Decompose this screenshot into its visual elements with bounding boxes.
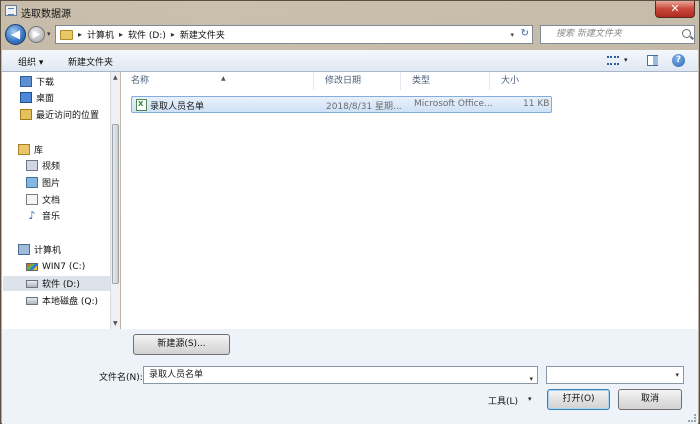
organize-menu-button[interactable]: 组织 ▾ xyxy=(18,55,43,68)
drive-icon xyxy=(26,296,38,305)
excel-file-icon xyxy=(136,99,147,111)
recent-pages-chevron-icon[interactable]: ▾ xyxy=(47,30,51,38)
desktop-icon xyxy=(20,92,32,103)
preview-pane-icon[interactable] xyxy=(647,55,658,66)
nav-item-label: 图片 xyxy=(42,179,61,189)
breadcrumb-separator-icon[interactable]: ▸ xyxy=(171,30,175,39)
column-header-modified[interactable]: 修改日期 xyxy=(315,72,401,90)
view-options-chevron-icon[interactable]: ▾ xyxy=(624,56,628,64)
nav-item-label: 本地磁盘 (Q:) xyxy=(42,297,98,307)
tools-chevron-icon[interactable]: ▾ xyxy=(528,395,532,403)
column-header-name[interactable]: 名称 ▲ xyxy=(121,72,314,90)
nav-item-label: 文档 xyxy=(42,196,61,206)
pictures-icon xyxy=(26,177,38,188)
file-type-chevron-icon[interactable]: ▾ xyxy=(675,371,679,379)
dialog-app-icon xyxy=(5,5,17,16)
address-row: ◀ ▶ ▾ ▸ 计算机 ▸ 软件 (D:) ▸ 新建文件夹 ▾ ↻ 搜索 新建文… xyxy=(1,23,700,47)
file-modified: 2018/8/31 星期... xyxy=(326,102,402,112)
column-header-size[interactable]: 大小 xyxy=(491,72,553,90)
sort-ascending-icon: ▲ xyxy=(221,75,226,82)
nav-item-label: 软件 (D:) xyxy=(42,280,80,290)
tools-menu-button[interactable]: 工具(L) xyxy=(488,394,518,407)
column-header-label: 名称 xyxy=(131,76,150,86)
breadcrumb-computer[interactable]: 计算机 xyxy=(87,28,114,41)
nav-item-label: 库 xyxy=(34,146,44,156)
dialog-title: 选取数据源 xyxy=(21,9,71,20)
file-list-pane: 名称 ▲ 修改日期 类型 大小 录取人员名单 2018/8/31 星期... M… xyxy=(121,72,698,329)
new-folder-button[interactable]: 新建文件夹 xyxy=(68,55,113,68)
new-source-button[interactable]: 新建源(S)... xyxy=(133,334,230,355)
nav-item-label: 音乐 xyxy=(42,212,61,222)
scrollbar-thumb[interactable] xyxy=(112,124,119,284)
file-type-select[interactable]: ▾ xyxy=(546,366,684,384)
change-view-icon[interactable] xyxy=(607,56,619,65)
column-header-type[interactable]: 类型 xyxy=(402,72,490,90)
documents-icon xyxy=(26,194,38,205)
forward-button[interactable]: ▶ xyxy=(28,26,45,43)
command-toolbar: 组织 ▾ 新建文件夹 ▾ ? xyxy=(2,50,698,72)
breadcrumb-separator-icon[interactable]: ▸ xyxy=(119,30,123,39)
address-bar[interactable]: ▸ 计算机 ▸ 软件 (D:) ▸ 新建文件夹 ▾ ↻ xyxy=(55,25,533,44)
library-icon xyxy=(18,144,30,155)
file-name: 录取人员名单 xyxy=(150,102,205,112)
recent-places-icon xyxy=(20,109,32,120)
help-icon[interactable]: ? xyxy=(672,54,685,67)
breadcrumb-drive-d[interactable]: 软件 (D:) xyxy=(128,28,166,41)
refresh-icon[interactable]: ↻ xyxy=(521,28,529,39)
open-button[interactable]: 打开(O) xyxy=(547,389,610,410)
filename-history-chevron-icon[interactable]: ▾ xyxy=(529,371,533,387)
filename-input[interactable]: 录取人员名单 ▾ xyxy=(143,366,538,384)
download-icon xyxy=(20,76,32,87)
search-input[interactable]: 搜索 新建文件夹 xyxy=(540,25,695,44)
drive-icon xyxy=(26,279,38,288)
computer-icon xyxy=(18,244,30,255)
nav-item-label: 视频 xyxy=(42,162,61,172)
cancel-button[interactable]: 取消 xyxy=(618,389,682,410)
filename-label: 文件名(N): xyxy=(99,373,143,383)
dialog-footer: 新建源(S)... 文件名(N): 录取人员名单 ▾ ▾ 工具(L) ▾ 打开(… xyxy=(2,329,698,424)
breadcrumb-new-folder[interactable]: 新建文件夹 xyxy=(180,28,225,41)
filename-value: 录取人员名单 xyxy=(149,370,204,380)
file-row[interactable]: 录取人员名单 2018/8/31 星期... Microsoft Office.… xyxy=(131,96,552,113)
resize-grip-icon[interactable] xyxy=(688,414,696,422)
nav-item-label: 桌面 xyxy=(36,94,55,104)
scroll-up-icon[interactable]: ▲ xyxy=(113,74,118,81)
close-button[interactable]: ✕ xyxy=(655,1,695,18)
nav-item-label: 计算机 xyxy=(34,246,62,256)
title-bar: 选取数据源 ✕ xyxy=(1,1,700,21)
back-button[interactable]: ◀ xyxy=(5,24,26,45)
music-icon: ♪ xyxy=(28,209,36,222)
breadcrumb-separator-icon[interactable]: ▸ xyxy=(78,30,82,39)
navigation-scrollbar[interactable]: ▲ ▼ xyxy=(110,72,120,329)
file-type: Microsoft Office... xyxy=(414,99,493,109)
nav-item-label: WIN7 (C:) xyxy=(42,261,86,272)
windows-drive-icon xyxy=(26,262,38,271)
file-size: 11 KB xyxy=(523,99,550,109)
address-history-chevron-icon[interactable]: ▾ xyxy=(510,31,514,39)
video-icon xyxy=(26,160,38,171)
open-dialog-window: 选取数据源 ✕ ◀ ▶ ▾ ▸ 计算机 ▸ 软件 (D:) ▸ 新建文件夹 ▾ … xyxy=(0,0,700,424)
nav-item-label: 最近访问的位置 xyxy=(36,111,100,121)
nav-item-drive-d[interactable]: 软件 (D:) xyxy=(3,276,110,291)
navigation-pane: 下载 桌面 最近访问的位置 库 视频 图片 文档 ♪ 音乐 计算机 WIN7 (… xyxy=(2,72,120,329)
nav-item-label: 下载 xyxy=(36,78,55,88)
folder-icon xyxy=(60,29,73,40)
search-icon[interactable] xyxy=(682,29,691,38)
scroll-down-icon[interactable]: ▼ xyxy=(113,320,118,327)
